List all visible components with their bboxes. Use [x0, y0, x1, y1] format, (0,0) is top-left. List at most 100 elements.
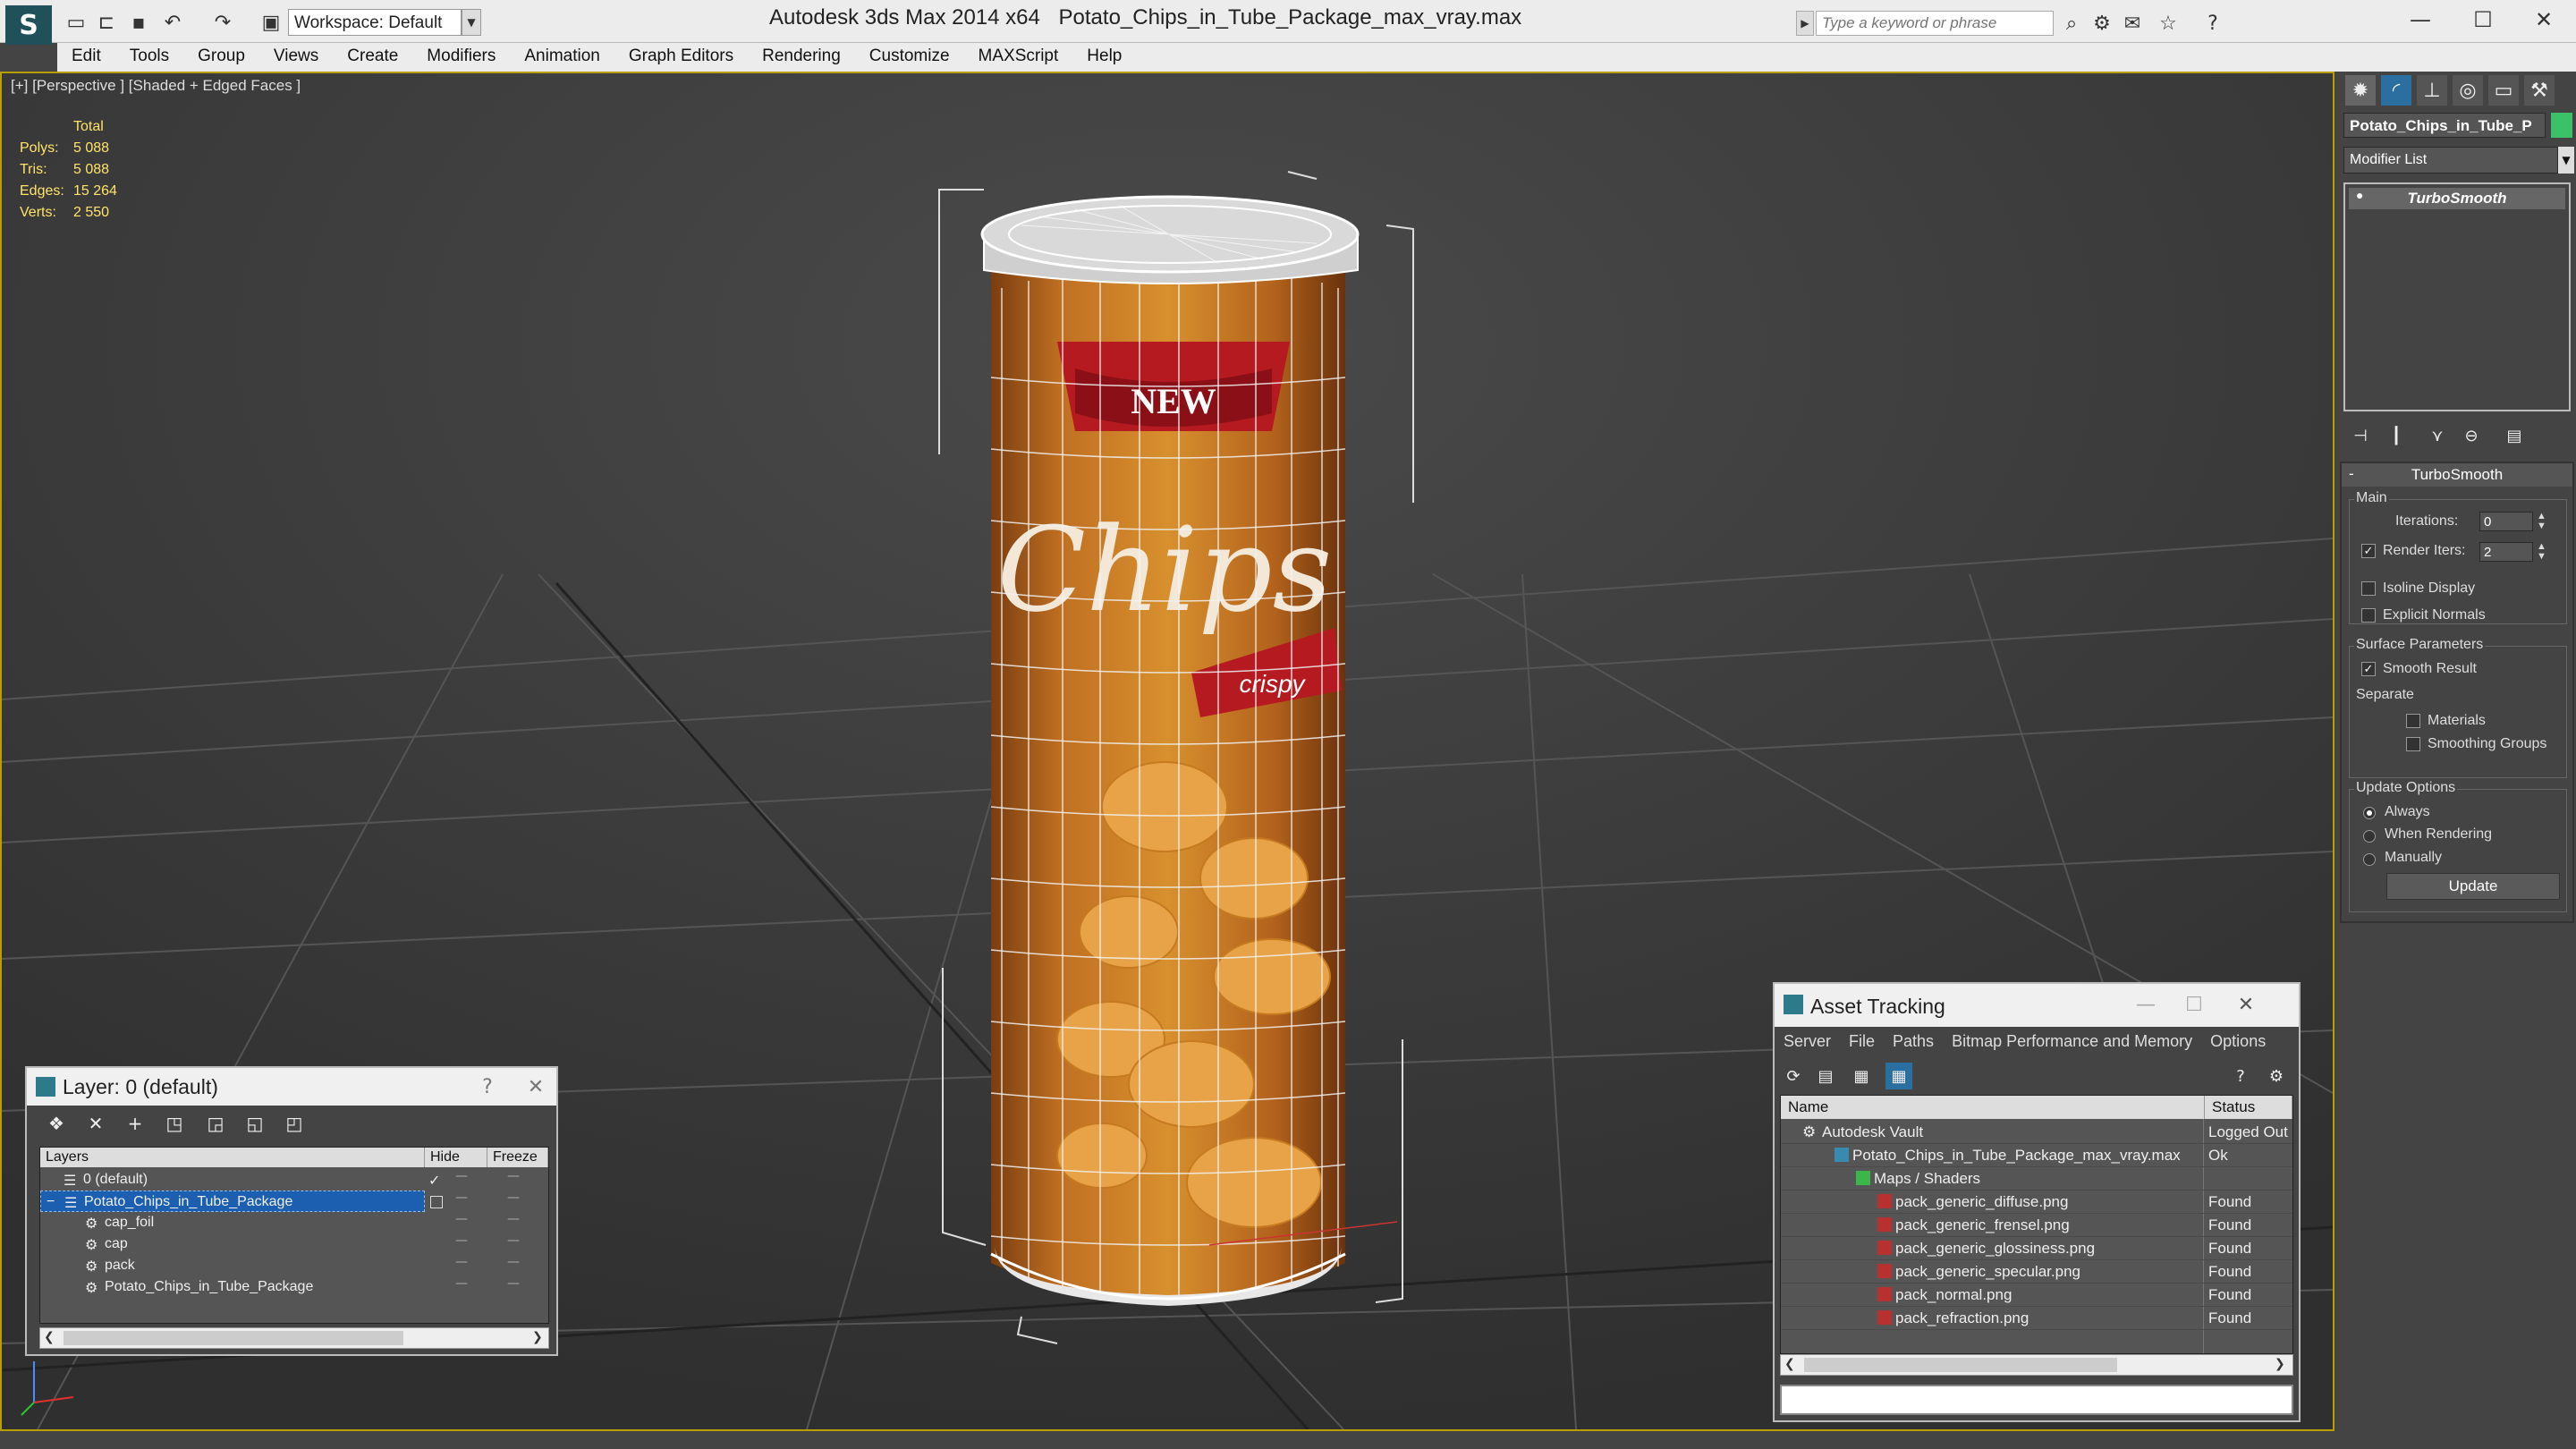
layer-row[interactable]: ⚙ cap — — — [40, 1233, 548, 1255]
asset-row[interactable]: pack_generic_diffuse.png Found — [1781, 1191, 2292, 1214]
layer-row[interactable]: ⚙ pack — — — [40, 1255, 548, 1276]
remove-modifier-icon[interactable]: ⊖ — [2460, 424, 2483, 447]
asset-row[interactable]: pack_refraction.png Found — [1781, 1307, 2292, 1330]
minimize-icon[interactable]: — — [2132, 991, 2159, 1018]
asset-menu-options[interactable]: Options — [2201, 1027, 2275, 1056]
spinner-arrows-icon[interactable]: ▲ ▼ — [2537, 542, 2546, 562]
explicit-normals-checkbox[interactable] — [2361, 608, 2376, 623]
freeze-all-layers-icon[interactable]: ◰ — [281, 1111, 308, 1136]
search-input[interactable] — [1816, 11, 2054, 36]
thumbnail-view-icon[interactable]: ▦ — [1848, 1063, 1875, 1089]
chevron-down-icon[interactable]: ▼ — [462, 9, 481, 36]
update-button[interactable]: Update — [2386, 873, 2560, 900]
open-file-icon[interactable]: ⊏ — [95, 12, 118, 34]
asset-row[interactable]: Maps / Shaders — [1781, 1167, 2292, 1191]
hide-all-layers-icon[interactable]: ◱ — [242, 1111, 268, 1136]
highlight-layer-icon[interactable]: ◲ — [202, 1111, 229, 1136]
asset-menu-file[interactable]: File — [1840, 1027, 1884, 1056]
motion-tab-icon[interactable]: ◎ — [2453, 75, 2483, 106]
undo-icon[interactable]: ↶ — [161, 12, 184, 34]
close-icon[interactable]: ✕ — [522, 1073, 549, 1100]
hide-toggle[interactable]: — — [455, 1212, 477, 1226]
menu-views[interactable]: Views — [259, 43, 333, 70]
lightbulb-icon[interactable]: ● — [2356, 188, 2363, 202]
layer-row[interactable]: ⚙ Potato_Chips_in_Tube_Package — — — [40, 1276, 548, 1298]
modifier-list-dropdown[interactable]: Modifier List — [2343, 147, 2558, 174]
layer-row[interactable]: − ☰ Potato_Chips_in_Tube_Package — [40, 1191, 425, 1212]
create-layer-icon[interactable]: ❖ — [43, 1111, 70, 1136]
stack-item-turbosmooth[interactable]: ● TurboSmooth — [2349, 188, 2565, 209]
collapse-icon[interactable]: − — [47, 1194, 55, 1210]
make-unique-icon[interactable]: ⋎ — [2426, 424, 2449, 447]
delete-layer-icon[interactable]: ✕ — [82, 1111, 109, 1136]
freeze-toggle[interactable]: — — [507, 1212, 529, 1226]
hide-toggle[interactable]: — — [455, 1255, 477, 1269]
hide-toggle[interactable]: — — [455, 1233, 477, 1248]
object-name-field[interactable]: Potato_Chips_in_Tube_P — [2343, 113, 2546, 138]
communication-icon[interactable]: ✉ — [2120, 11, 2145, 36]
iterations-spinner[interactable]: 0 — [2479, 512, 2533, 531]
isoline-display-checkbox[interactable] — [2361, 581, 2376, 596]
column-status[interactable]: Status — [2205, 1096, 2292, 1119]
hierarchy-tab-icon[interactable]: ⊥ — [2417, 75, 2447, 106]
set-current-layer-box[interactable] — [430, 1196, 443, 1208]
asset-horizontal-scrollbar[interactable]: ❮ ❯ — [1780, 1354, 2293, 1376]
freeze-toggle[interactable]: — — [507, 1255, 529, 1269]
manually-radio[interactable] — [2363, 853, 2376, 866]
smooth-result-checkbox[interactable]: ✓ — [2361, 662, 2376, 676]
asset-path-input[interactable] — [1780, 1385, 2293, 1415]
maximize-icon[interactable]: ☐ — [2181, 991, 2207, 1018]
select-objects-icon[interactable]: ◳ — [161, 1111, 188, 1136]
hide-toggle[interactable]: — — [455, 1276, 477, 1291]
hide-toggle[interactable]: — — [455, 1191, 468, 1205]
close-icon[interactable]: ✕ — [2233, 991, 2259, 1018]
scroll-thumb[interactable] — [64, 1331, 403, 1345]
always-radio[interactable] — [2363, 807, 2376, 819]
freeze-toggle[interactable]: — — [507, 1276, 529, 1291]
create-tab-icon[interactable]: ✹ — [2345, 75, 2376, 106]
binoculars-icon[interactable]: ⌕ — [2059, 11, 2084, 36]
app-logo-icon[interactable]: S — [5, 5, 52, 45]
project-folder-icon[interactable]: ▣ — [259, 12, 283, 34]
asset-row[interactable]: pack_normal.png Found — [1781, 1284, 2292, 1307]
scroll-right-icon[interactable]: ❯ — [2275, 1357, 2285, 1371]
freeze-toggle[interactable]: — — [507, 1191, 520, 1205]
freeze-toggle[interactable]: — — [507, 1169, 529, 1183]
materials-checkbox[interactable] — [2406, 714, 2420, 728]
object-color-swatch[interactable] — [2551, 113, 2572, 138]
show-end-result-icon[interactable]: ┃ — [2385, 424, 2408, 447]
minimize-icon[interactable]: — — [2402, 4, 2438, 36]
help-icon[interactable]: ? — [474, 1073, 501, 1100]
chevron-down-icon[interactable]: ▼ — [2558, 147, 2574, 174]
display-tab-icon[interactable]: ▭ — [2488, 75, 2519, 106]
subscription-icon[interactable]: ⚙ — [2089, 11, 2114, 36]
settings-icon[interactable]: ⚙ — [2263, 1063, 2290, 1089]
modify-tab-icon[interactable]: ◜ — [2381, 75, 2411, 106]
rollout-header[interactable]: - TurboSmooth — [2342, 463, 2572, 487]
redo-icon[interactable]: ↷ — [211, 12, 234, 34]
asset-menu-bitmap-performance[interactable]: Bitmap Performance and Memory — [1943, 1027, 2201, 1056]
asset-dialog-titlebar[interactable]: Asset Tracking — ☐ ✕ — [1775, 984, 2299, 1027]
column-layers[interactable]: Layers — [40, 1148, 425, 1167]
menu-help[interactable]: Help — [1072, 43, 1136, 70]
menu-group[interactable]: Group — [183, 43, 259, 70]
menu-edit[interactable]: Edit — [57, 43, 115, 70]
when-rendering-radio[interactable] — [2363, 830, 2376, 843]
maximize-icon[interactable]: ☐ — [2465, 4, 2501, 36]
current-layer-check-icon[interactable]: ✓ — [428, 1172, 440, 1190]
scroll-thumb[interactable] — [1804, 1358, 2117, 1372]
table-view-icon[interactable]: ▦ — [1885, 1063, 1912, 1089]
asset-row[interactable]: pack_generic_specular.png Found — [1781, 1260, 2292, 1284]
new-file-icon[interactable]: ▭ — [64, 12, 88, 34]
menu-modifiers[interactable]: Modifiers — [412, 43, 510, 70]
asset-row[interactable]: pack_generic_glossiness.png Found — [1781, 1237, 2292, 1260]
configure-sets-icon[interactable]: ▤ — [2503, 424, 2526, 447]
layer-row[interactable]: ☰ 0 (default) ✓ — — — [40, 1169, 548, 1191]
layer-horizontal-scrollbar[interactable]: ❮ ❯ — [39, 1327, 549, 1349]
close-icon[interactable]: ✕ — [2526, 4, 2562, 36]
hide-toggle[interactable]: — — [455, 1169, 477, 1183]
spinner-arrows-icon[interactable]: ▲ ▼ — [2537, 512, 2546, 531]
column-freeze[interactable]: Freeze — [487, 1148, 548, 1167]
asset-row[interactable]: pack_generic_frensel.png Found — [1781, 1214, 2292, 1237]
asset-menu-paths[interactable]: Paths — [1884, 1027, 1943, 1056]
